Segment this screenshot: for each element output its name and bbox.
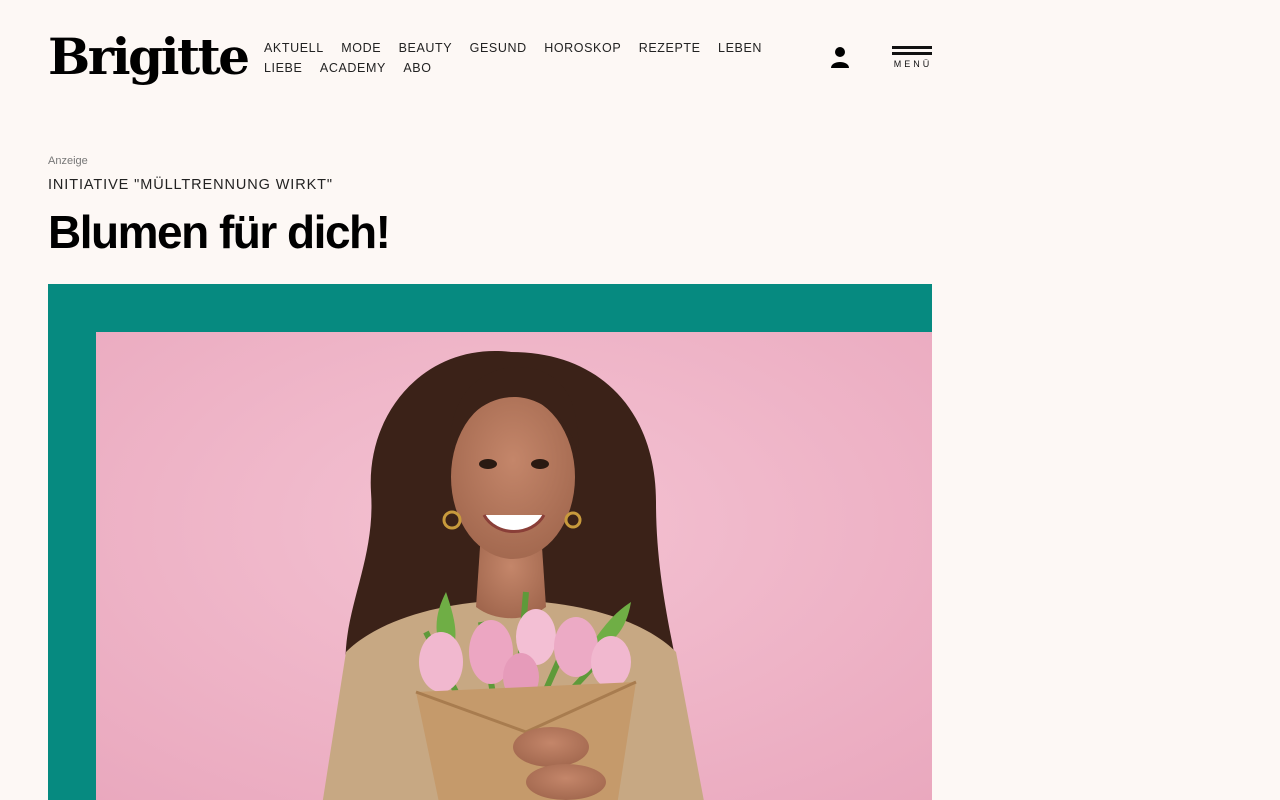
nav-item-academy[interactable]: ACADEMY — [320, 58, 386, 78]
nav-item-mode[interactable]: MODE — [341, 38, 381, 58]
nav-item-gesund[interactable]: GESUND — [470, 38, 527, 58]
article-headline: Blumen für dich! — [48, 206, 391, 258]
hamburger-icon-bar — [892, 52, 932, 55]
nav-item-abo[interactable]: ABO — [403, 58, 431, 78]
brigitte-logo[interactable]: Brigitte — [48, 28, 250, 86]
menu-button[interactable]: MENÜ — [892, 46, 932, 72]
site-header: Brigitte AKTUELL MODE BEAUTY GESUND HORO… — [48, 28, 932, 88]
article-kicker: INITIATIVE "MÜLLTRENNUNG WIRKT" — [48, 177, 333, 193]
ad-label: Anzeige — [48, 155, 88, 167]
hamburger-icon — [892, 46, 932, 49]
menu-label: MENÜ — [893, 59, 933, 69]
nav-item-aktuell[interactable]: AKTUELL — [264, 38, 324, 58]
hero-photo-woman-with-tulips — [96, 332, 932, 800]
nav-item-rezepte[interactable]: REZEPTE — [639, 38, 701, 58]
hero-image-frame — [48, 284, 932, 800]
nav-item-horoskop[interactable]: HOROSKOP — [544, 38, 621, 58]
nav-item-leben[interactable]: LEBEN — [718, 38, 762, 58]
user-icon — [831, 47, 849, 68]
nav-item-liebe[interactable]: LIEBE — [264, 58, 302, 78]
user-account-button[interactable] — [830, 46, 850, 68]
main-nav: AKTUELL MODE BEAUTY GESUND HOROSKOP REZE… — [264, 38, 794, 78]
nav-item-beauty[interactable]: BEAUTY — [399, 38, 453, 58]
